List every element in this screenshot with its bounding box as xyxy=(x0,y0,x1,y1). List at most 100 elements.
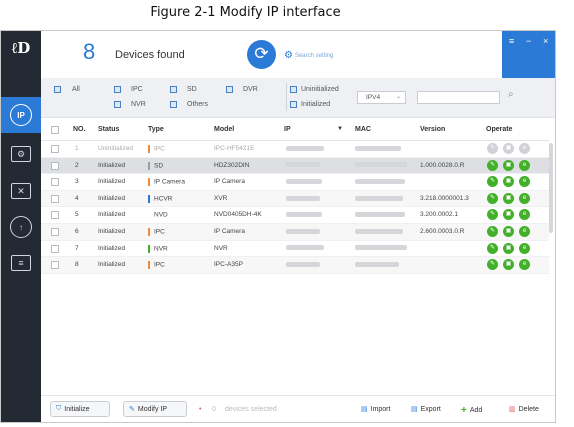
checkbox[interactable] xyxy=(114,86,121,93)
details-icon[interactable]: ▣ xyxy=(503,176,514,188)
shield-icon: ⛉ xyxy=(56,405,62,412)
table-scrollbar[interactable] xyxy=(549,143,553,233)
filter-all[interactable]: All xyxy=(54,86,80,93)
import-button[interactable]: ▤ Import xyxy=(361,405,390,414)
refresh-button[interactable]: ⟳ xyxy=(247,40,276,69)
edit-icon[interactable]: ✎ xyxy=(487,192,498,204)
checkbox[interactable] xyxy=(170,101,177,108)
table-row[interactable]: 2 Initialized SD HDZ302DIN 1.000.0028.0.R ✎ ▣ e xyxy=(41,157,549,175)
tools-icon: ✕ xyxy=(11,183,31,199)
web-icon[interactable]: e xyxy=(519,225,530,237)
edit-icon[interactable]: ✎ xyxy=(487,143,498,154)
add-button[interactable]: + Add xyxy=(461,405,482,416)
details-icon[interactable]: ▣ xyxy=(503,225,514,237)
modify-ip-button[interactable]: ✎ Modify IP xyxy=(123,401,187,417)
sidebar-tools[interactable]: ✕ xyxy=(1,173,41,209)
checkbox[interactable] xyxy=(290,101,297,108)
filter-nvr[interactable]: NVR xyxy=(114,101,146,108)
minimize-button[interactable]: − xyxy=(526,36,531,46)
checkbox[interactable] xyxy=(114,101,121,108)
table-row[interactable]: 1 Uninitialized IPC IPC-HF5421E ✎ ▣ e xyxy=(41,141,549,158)
sidebar-system-settings[interactable]: ⚙ xyxy=(1,136,41,172)
search-input[interactable] xyxy=(417,91,500,104)
row-checkbox[interactable] xyxy=(51,244,59,253)
upgrade-icon: ↑ xyxy=(10,216,32,238)
filter-dvr[interactable]: DVR xyxy=(226,86,258,93)
table-row[interactable]: 6 Initialized IPC IP Camera 2.600.0003.0.R ✎ ▣… xyxy=(41,223,549,241)
row-checkbox[interactable] xyxy=(51,161,59,170)
row-checkbox[interactable] xyxy=(51,145,59,153)
ip-version-select[interactable]: IPV4 ⌄ xyxy=(357,91,406,104)
col-version[interactable]: Version xyxy=(420,126,445,133)
details-icon[interactable]: ▣ xyxy=(503,159,514,171)
row-checkbox[interactable] xyxy=(51,178,59,187)
details-icon[interactable]: ▣ xyxy=(503,242,514,254)
edit-icon[interactable]: ✎ xyxy=(487,259,498,271)
sidebar-documents[interactable]: ≡ xyxy=(1,245,41,281)
export-button[interactable]: ▤ Export xyxy=(411,405,441,414)
row-checkbox[interactable] xyxy=(51,227,59,236)
delete-button[interactable]: ▥ Delete xyxy=(509,405,539,414)
edit-icon[interactable]: ✎ xyxy=(487,159,498,171)
select-all-checkbox[interactable] xyxy=(51,126,59,134)
checkbox[interactable] xyxy=(226,86,233,93)
filter-uninitialized[interactable]: Uninitialized xyxy=(290,86,339,93)
sort-desc-icon[interactable]: ▼ xyxy=(337,126,343,132)
sidebar-upgrade[interactable]: ↑ xyxy=(1,209,41,245)
table-row[interactable]: 5 Initialized NVD NVD0405DH-4K 3.200.0002.1 ✎… xyxy=(41,207,549,224)
camera-settings-icon: ⚙ xyxy=(11,146,31,162)
row-checkbox[interactable] xyxy=(51,211,59,220)
filter-initialized[interactable]: Initialized xyxy=(290,101,330,108)
table-row[interactable]: 3 Initialized IP Camera IP Camera ✎ ▣ e xyxy=(41,174,549,191)
col-type[interactable]: Type xyxy=(148,126,164,133)
table-row[interactable]: 7 Initialized NVR NVR ✎ ▣ e xyxy=(41,241,549,258)
row-status: Initialized xyxy=(98,227,126,235)
web-icon[interactable]: e xyxy=(519,143,530,154)
search-setting-link[interactable]: ⚙ Search setting xyxy=(284,50,333,61)
checkbox[interactable] xyxy=(290,86,297,93)
details-icon[interactable]: ▣ xyxy=(503,143,514,154)
row-operations: ✎ ▣ e xyxy=(487,259,530,271)
filter-others[interactable]: Others xyxy=(170,101,208,108)
details-icon[interactable]: ▣ xyxy=(503,259,514,271)
initialize-button[interactable]: ⛉ Initialize xyxy=(50,401,110,417)
web-icon[interactable]: e xyxy=(519,176,530,188)
col-no[interactable]: NO. xyxy=(73,126,85,133)
filter-sd[interactable]: SD xyxy=(170,86,197,93)
col-ip[interactable]: IP xyxy=(284,126,291,133)
web-icon[interactable]: e xyxy=(519,159,530,171)
redacted-mac xyxy=(355,195,403,201)
row-ip xyxy=(286,195,320,202)
sidebar-modify-ip[interactable]: IP xyxy=(1,97,41,133)
edit-icon[interactable]: ✎ xyxy=(487,209,498,221)
edit-icon[interactable]: ✎ xyxy=(487,242,498,254)
table-row[interactable]: 4 Initialized HCVR XVR 3.218.0000001.3 ✎ ▣ e xyxy=(41,190,549,208)
row-checkbox[interactable] xyxy=(51,194,59,203)
web-icon[interactable]: e xyxy=(519,209,530,221)
edit-icon[interactable]: ✎ xyxy=(487,225,498,237)
web-icon[interactable]: e xyxy=(519,259,530,271)
row-type: IP Camera xyxy=(148,178,185,187)
edit-icon[interactable]: ✎ xyxy=(487,176,498,188)
search-icon[interactable]: ⌕ xyxy=(508,89,514,100)
filter-ipc[interactable]: IPC xyxy=(114,86,143,93)
row-checkbox[interactable] xyxy=(51,261,59,270)
close-button[interactable]: × xyxy=(543,36,548,46)
document-icon: ≡ xyxy=(11,255,31,271)
col-mac[interactable]: MAC xyxy=(355,126,371,133)
table-header: NO. Status Type Model IP ▼ MAC Version O… xyxy=(41,119,549,141)
web-icon[interactable]: e xyxy=(519,242,530,254)
row-no: 4 xyxy=(75,194,79,202)
table-row[interactable]: 8 Initialized IPC IPC-A35P ✎ ▣ e xyxy=(41,257,549,274)
edit-icon: ✎ xyxy=(129,406,135,413)
checkbox[interactable] xyxy=(170,86,177,93)
menu-icon[interactable]: ≡ xyxy=(509,36,514,46)
checkbox[interactable] xyxy=(54,86,61,93)
row-type: IPC xyxy=(148,145,165,153)
col-model[interactable]: Model xyxy=(214,126,234,133)
col-status[interactable]: Status xyxy=(98,126,119,133)
web-icon[interactable]: e xyxy=(519,192,530,204)
details-icon[interactable]: ▣ xyxy=(503,209,514,221)
app-logo: ℓD xyxy=(11,39,31,57)
details-icon[interactable]: ▣ xyxy=(503,192,514,204)
